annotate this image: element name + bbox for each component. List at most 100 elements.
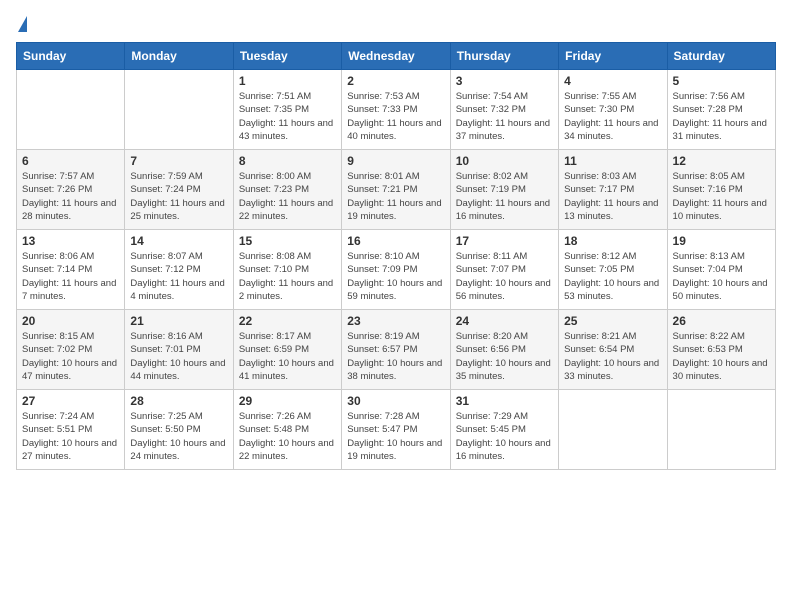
logo <box>16 16 27 32</box>
day-info: Sunrise: 7:56 AMSunset: 7:28 PMDaylight:… <box>673 90 770 143</box>
day-number: 3 <box>456 74 553 88</box>
day-number: 27 <box>22 394 119 408</box>
day-number: 7 <box>130 154 227 168</box>
day-number: 11 <box>564 154 661 168</box>
day-info: Sunrise: 8:01 AMSunset: 7:21 PMDaylight:… <box>347 170 444 223</box>
day-number: 15 <box>239 234 336 248</box>
day-info: Sunrise: 8:12 AMSunset: 7:05 PMDaylight:… <box>564 250 661 303</box>
calendar-cell: 26 Sunrise: 8:22 AMSunset: 6:53 PMDayligh… <box>667 310 775 390</box>
day-number: 25 <box>564 314 661 328</box>
day-info: Sunrise: 8:07 AMSunset: 7:12 PMDaylight:… <box>130 250 227 303</box>
calendar-cell: 20Sunrise: 8:15 AMSunset: 7:02 PMDayligh… <box>17 310 125 390</box>
day-info: Sunrise: 7:51 AMSunset: 7:35 PMDaylight:… <box>239 90 336 143</box>
calendar-cell <box>17 70 125 150</box>
day-info: Sunrise: 7:59 AMSunset: 7:24 PMDaylight:… <box>130 170 227 223</box>
day-number: 31 <box>456 394 553 408</box>
day-number: 2 <box>347 74 444 88</box>
day-info: Sunrise: 8:03 AMSunset: 7:17 PMDaylight:… <box>564 170 661 223</box>
calendar-cell <box>125 70 233 150</box>
day-number: 10 <box>456 154 553 168</box>
day-info: Sunrise: 7:24 AMSunset: 5:51 PMDaylight:… <box>22 410 119 463</box>
weekday-header: Tuesday <box>233 43 341 70</box>
day-number: 24 <box>456 314 553 328</box>
day-number: 29 <box>239 394 336 408</box>
page-header <box>16 16 776 32</box>
calendar-cell: 25 Sunrise: 8:21 AMSunset: 6:54 PMDayligh… <box>559 310 667 390</box>
calendar-cell: 22Sunrise: 8:17 AMSunset: 6:59 PMDayligh… <box>233 310 341 390</box>
day-number: 19 <box>673 234 770 248</box>
day-info: Sunrise: 8:11 AMSunset: 7:07 PMDaylight:… <box>456 250 553 303</box>
day-number: 23 <box>347 314 444 328</box>
calendar-cell: 19 Sunrise: 8:13 AMSunset: 7:04 PMDayligh… <box>667 230 775 310</box>
calendar-cell: 29 Sunrise: 7:26 AMSunset: 5:48 PMDayligh… <box>233 390 341 470</box>
day-number: 30 <box>347 394 444 408</box>
day-info: Sunrise: 8:20 AMSunset: 6:56 PMDaylight:… <box>456 330 553 383</box>
calendar-cell: 27 Sunrise: 7:24 AMSunset: 5:51 PMDayligh… <box>17 390 125 470</box>
day-info: Sunrise: 8:10 AMSunset: 7:09 PMDaylight:… <box>347 250 444 303</box>
day-info: Sunrise: 8:13 AMSunset: 7:04 PMDaylight:… <box>673 250 770 303</box>
calendar-cell: 6 Sunrise: 7:57 AMSunset: 7:26 PMDaylight… <box>17 150 125 230</box>
day-number: 12 <box>673 154 770 168</box>
calendar-cell: 9 Sunrise: 8:01 AMSunset: 7:21 PMDaylight… <box>342 150 450 230</box>
calendar-cell: 2 Sunrise: 7:53 AMSunset: 7:33 PMDaylight… <box>342 70 450 150</box>
calendar-cell: 24 Sunrise: 8:20 AMSunset: 6:56 PMDayligh… <box>450 310 558 390</box>
calendar-week-row: 13 Sunrise: 8:06 AMSunset: 7:14 PMDayligh… <box>17 230 776 310</box>
day-info: Sunrise: 7:57 AMSunset: 7:26 PMDaylight:… <box>22 170 119 223</box>
calendar-week-row: 6 Sunrise: 7:57 AMSunset: 7:26 PMDaylight… <box>17 150 776 230</box>
weekday-header: Thursday <box>450 43 558 70</box>
calendar-week-row: 27 Sunrise: 7:24 AMSunset: 5:51 PMDayligh… <box>17 390 776 470</box>
calendar-cell: 4 Sunrise: 7:55 AMSunset: 7:30 PMDaylight… <box>559 70 667 150</box>
calendar-cell: 5 Sunrise: 7:56 AMSunset: 7:28 PMDaylight… <box>667 70 775 150</box>
calendar-cell: 16 Sunrise: 8:10 AMSunset: 7:09 PMDayligh… <box>342 230 450 310</box>
calendar-cell: 10 Sunrise: 8:02 AMSunset: 7:19 PMDayligh… <box>450 150 558 230</box>
day-info: Sunrise: 7:29 AMSunset: 5:45 PMDaylight:… <box>456 410 553 463</box>
calendar-cell: 17 Sunrise: 8:11 AMSunset: 7:07 PMDayligh… <box>450 230 558 310</box>
day-number: 13 <box>22 234 119 248</box>
day-info: Sunrise: 8:05 AMSunset: 7:16 PMDaylight:… <box>673 170 770 223</box>
calendar-week-row: 20Sunrise: 8:15 AMSunset: 7:02 PMDayligh… <box>17 310 776 390</box>
calendar-cell: 7 Sunrise: 7:59 AMSunset: 7:24 PMDaylight… <box>125 150 233 230</box>
day-info: Sunrise: 7:53 AMSunset: 7:33 PMDaylight:… <box>347 90 444 143</box>
day-number: 28 <box>130 394 227 408</box>
weekday-header: Sunday <box>17 43 125 70</box>
calendar-cell: 11 Sunrise: 8:03 AMSunset: 7:17 PMDayligh… <box>559 150 667 230</box>
day-info: Sunrise: 8:22 AMSunset: 6:53 PMDaylight:… <box>673 330 770 383</box>
calendar-cell: 15Sunrise: 8:08 AMSunset: 7:10 PMDayligh… <box>233 230 341 310</box>
day-info: Sunrise: 8:02 AMSunset: 7:19 PMDaylight:… <box>456 170 553 223</box>
day-number: 26 <box>673 314 770 328</box>
weekday-header: Wednesday <box>342 43 450 70</box>
day-info: Sunrise: 8:16 AMSunset: 7:01 PMDaylight:… <box>130 330 227 383</box>
day-number: 8 <box>239 154 336 168</box>
day-number: 5 <box>673 74 770 88</box>
weekday-header: Saturday <box>667 43 775 70</box>
day-info: Sunrise: 7:54 AMSunset: 7:32 PMDaylight:… <box>456 90 553 143</box>
day-number: 17 <box>456 234 553 248</box>
day-info: Sunrise: 7:55 AMSunset: 7:30 PMDaylight:… <box>564 90 661 143</box>
day-info: Sunrise: 7:26 AMSunset: 5:48 PMDaylight:… <box>239 410 336 463</box>
calendar-cell: 8 Sunrise: 8:00 AMSunset: 7:23 PMDaylight… <box>233 150 341 230</box>
calendar-cell <box>667 390 775 470</box>
day-info: Sunrise: 8:21 AMSunset: 6:54 PMDaylight:… <box>564 330 661 383</box>
day-number: 6 <box>22 154 119 168</box>
day-number: 1 <box>239 74 336 88</box>
calendar-week-row: 1 Sunrise: 7:51 AMSunset: 7:35 PMDaylight… <box>17 70 776 150</box>
day-info: Sunrise: 8:06 AMSunset: 7:14 PMDaylight:… <box>22 250 119 303</box>
calendar-cell: 30 Sunrise: 7:28 AMSunset: 5:47 PMDayligh… <box>342 390 450 470</box>
calendar-cell: 3 Sunrise: 7:54 AMSunset: 7:32 PMDaylight… <box>450 70 558 150</box>
day-info: Sunrise: 7:28 AMSunset: 5:47 PMDaylight:… <box>347 410 444 463</box>
day-number: 14 <box>130 234 227 248</box>
weekday-header-row: SundayMondayTuesdayWednesdayThursdayFrid… <box>17 43 776 70</box>
day-number: 4 <box>564 74 661 88</box>
calendar-cell: 18Sunrise: 8:12 AMSunset: 7:05 PMDayligh… <box>559 230 667 310</box>
day-info: Sunrise: 8:15 AMSunset: 7:02 PMDaylight:… <box>22 330 119 383</box>
day-number: 16 <box>347 234 444 248</box>
day-number: 21 <box>130 314 227 328</box>
day-number: 9 <box>347 154 444 168</box>
day-info: Sunrise: 7:25 AMSunset: 5:50 PMDaylight:… <box>130 410 227 463</box>
calendar-cell: 1 Sunrise: 7:51 AMSunset: 7:35 PMDaylight… <box>233 70 341 150</box>
calendar-cell: 21 Sunrise: 8:16 AMSunset: 7:01 PMDayligh… <box>125 310 233 390</box>
day-info: Sunrise: 8:00 AMSunset: 7:23 PMDaylight:… <box>239 170 336 223</box>
day-info: Sunrise: 8:19 AMSunset: 6:57 PMDaylight:… <box>347 330 444 383</box>
day-number: 22 <box>239 314 336 328</box>
calendar-cell: 31 Sunrise: 7:29 AMSunset: 5:45 PMDayligh… <box>450 390 558 470</box>
